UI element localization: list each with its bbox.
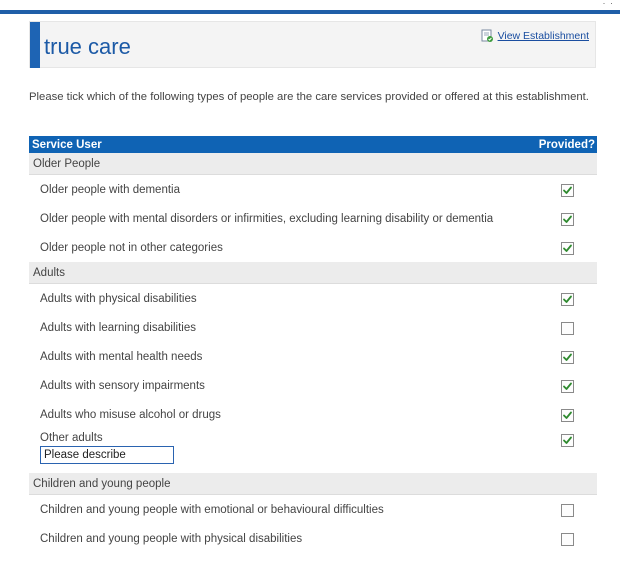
provided-checkbox-checked[interactable] — [560, 434, 574, 448]
table-row: Adults with mental health needs — [29, 342, 597, 371]
service-user-table: Service User Provided? Older People Older… — [29, 136, 597, 553]
provided-cell — [523, 204, 597, 233]
table-row: Other adults — [29, 429, 597, 473]
provided-checkbox-checked[interactable] — [560, 241, 574, 255]
group-row: Adults — [29, 262, 597, 284]
provided-cell — [523, 342, 597, 371]
service-cell: Adults with sensory impairments — [29, 371, 523, 400]
service-label: Children and young people with emotional… — [40, 503, 384, 516]
header-accent-bar — [30, 22, 40, 68]
page-header: true care View Establishment — [29, 21, 596, 68]
table-row: Older people with dementia — [29, 175, 597, 205]
table-header-row: Service User Provided? — [29, 136, 597, 153]
service-label: Older people with mental disorders or in… — [40, 212, 494, 225]
column-header-provided: Provided? — [523, 136, 597, 153]
provided-checkbox[interactable] — [560, 532, 574, 546]
provided-cell — [523, 371, 597, 400]
column-header-service-user: Service User — [29, 136, 523, 153]
service-label: Older people not in other categories — [40, 241, 223, 254]
provided-checkbox[interactable] — [560, 503, 574, 517]
service-cell: Children and young people with emotional… — [29, 495, 523, 525]
describe-input[interactable] — [40, 446, 174, 464]
service-label: Children and young people with physical … — [40, 532, 303, 545]
group-row: Older People — [29, 153, 597, 175]
service-cell: Children and young people with physical … — [29, 524, 523, 553]
group-label: Adults — [29, 262, 597, 284]
provided-cell — [523, 400, 597, 429]
group-label: Older People — [29, 153, 597, 175]
top-bar — [0, 10, 620, 14]
service-label: Adults with physical disabilities — [40, 292, 197, 305]
provided-checkbox-checked[interactable] — [560, 408, 574, 422]
service-label: Adults with sensory impairments — [40, 379, 205, 392]
group-row: Children and young people — [29, 473, 597, 495]
group-label: Children and young people — [29, 473, 597, 495]
service-cell: Adults with mental health needs — [29, 342, 523, 371]
document-icon — [480, 29, 494, 43]
service-label: Adults with learning disabilities — [40, 321, 196, 334]
provided-checkbox-checked[interactable] — [560, 212, 574, 226]
service-label: Other adults — [40, 432, 103, 444]
provided-checkbox-checked[interactable] — [560, 183, 574, 197]
service-cell: Adults with physical disabilities — [29, 284, 523, 314]
window-corner-dots: · · — [602, 0, 614, 8]
page-title: true care — [44, 34, 131, 59]
service-cell: Older people not in other categories — [29, 233, 523, 262]
service-cell: Older people with dementia — [29, 175, 523, 205]
service-cell: Older people with mental disorders or in… — [29, 204, 523, 233]
service-cell: Other adults — [29, 429, 523, 473]
service-label: Older people with dementia — [40, 183, 180, 196]
provided-cell — [523, 284, 597, 314]
service-label: Adults who misuse alcohol or drugs — [40, 408, 221, 421]
service-label: Adults with mental health needs — [40, 350, 203, 363]
intro-text: Please tick which of the following types… — [29, 91, 589, 103]
table-row: Adults who misuse alcohol or drugs — [29, 400, 597, 429]
provided-checkbox-checked[interactable] — [560, 292, 574, 306]
service-cell: Adults who misuse alcohol or drugs — [29, 400, 523, 429]
table-row: Adults with sensory impairments — [29, 371, 597, 400]
provided-cell — [523, 175, 597, 205]
table-row: Adults with physical disabilities — [29, 284, 597, 314]
table-row: Older people not in other categories — [29, 233, 597, 262]
provided-cell — [523, 313, 597, 342]
provided-checkbox-checked[interactable] — [560, 350, 574, 364]
provided-cell — [523, 233, 597, 262]
provided-cell — [523, 429, 597, 473]
provided-checkbox-checked[interactable] — [560, 379, 574, 393]
table-row: Adults with learning disabilities — [29, 313, 597, 342]
table-row: Children and young people with physical … — [29, 524, 597, 553]
provided-cell — [523, 524, 597, 553]
service-cell: Adults with learning disabilities — [29, 313, 523, 342]
provided-cell — [523, 495, 597, 525]
view-establishment-link[interactable]: View Establishment — [480, 29, 589, 43]
table-row: Children and young people with emotional… — [29, 495, 597, 525]
table-row: Older people with mental disorders or in… — [29, 204, 597, 233]
provided-checkbox[interactable] — [560, 321, 574, 335]
view-establishment-label: View Establishment — [497, 30, 589, 42]
